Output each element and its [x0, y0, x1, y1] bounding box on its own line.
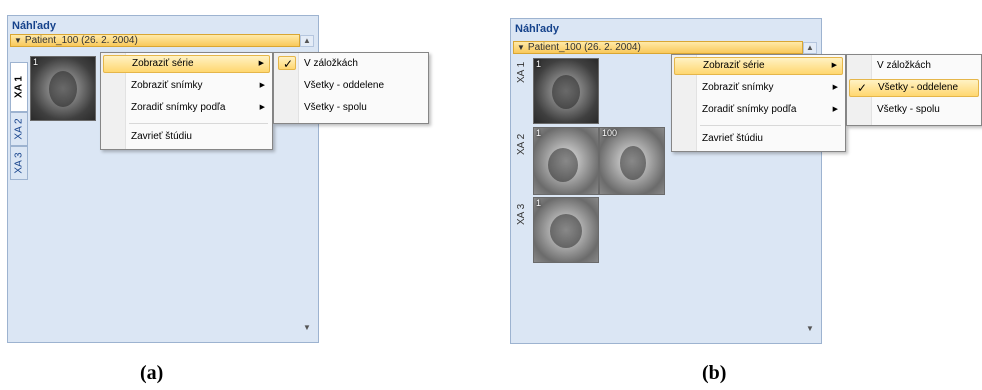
menu-item-label: Zoradiť snímky podľa	[702, 104, 797, 115]
series-label-xa-3: XA 3	[516, 203, 527, 225]
triangle-right-icon: ▶	[259, 82, 265, 89]
submenu-item-label: Všetky - spolu	[304, 102, 367, 113]
menu-item-label: Zobraziť série	[132, 58, 194, 69]
thumbnail-number: 1	[536, 128, 542, 138]
submenu-item-in-tabs[interactable]: V záložkách	[849, 57, 979, 75]
triangle-right-icon: ▶	[832, 106, 838, 113]
menu-item-label: Zoradiť snímky podľa	[131, 102, 226, 113]
thumbnail-number: 1	[536, 59, 542, 69]
menu-item-show-images[interactable]: Zobraziť snímky ▶	[674, 79, 843, 97]
menu-item-label: Zavrieť štúdiu	[702, 133, 763, 144]
tab-xa-1[interactable]: XA 1	[10, 62, 28, 112]
menu-item-sort-images[interactable]: Zoradiť snímky podľa ▶	[674, 101, 843, 119]
scroll-down-icon[interactable]: ▼	[300, 322, 314, 334]
submenu-item-all-separate[interactable]: Všetky - oddelene	[276, 77, 426, 95]
menu-item-close-study[interactable]: Zavrieť štúdiu	[103, 128, 270, 146]
submenu: ✓ V záložkách Všetky - oddelene Všetky -…	[273, 52, 429, 124]
submenu: V záložkách ✓ Všetky - oddelene Všetky -…	[846, 54, 982, 126]
submenu-item-label: V záložkách	[304, 58, 358, 69]
menu-separator	[700, 125, 841, 126]
submenu-item-label: Všetky - oddelene	[878, 82, 959, 93]
triangle-right-icon: ▶	[259, 104, 265, 111]
menu-item-label: Zobraziť snímky	[131, 80, 203, 91]
menu-item-label: Zobraziť snímky	[702, 82, 774, 93]
triangle-down-icon: ▼	[14, 36, 22, 45]
panel-title: Náhľady	[515, 23, 559, 35]
triangle-right-icon: ▶	[258, 60, 264, 67]
tab-label: XA 2	[13, 118, 25, 140]
menu-item-show-series[interactable]: Zobraziť série ▶	[674, 57, 843, 75]
menu-item-show-series[interactable]: Zobraziť série ▶	[103, 55, 270, 73]
scroll-up-icon[interactable]: ▲	[803, 42, 817, 54]
tab-xa-2[interactable]: XA 2	[10, 112, 28, 146]
submenu-item-all-separate[interactable]: ✓ Všetky - oddelene	[849, 79, 979, 97]
caption-a: (a)	[140, 362, 164, 384]
check-icon: ✓	[857, 81, 868, 95]
tab-label: XA 1	[13, 76, 25, 98]
patient-label: Patient_100 (26. 2. 2004)	[527, 42, 641, 53]
submenu-item-all-together[interactable]: Všetky - spolu	[849, 101, 979, 119]
scroll-up-icon[interactable]: ▲	[300, 35, 314, 47]
submenu-item-in-tabs[interactable]: ✓ V záložkách	[276, 55, 426, 73]
tab-label: XA 3	[13, 152, 25, 174]
series-thumbnail[interactable]: 1	[533, 58, 599, 124]
series-label-xa-2: XA 2	[516, 133, 527, 155]
thumbnail-number: 1	[536, 198, 542, 208]
thumbnail-number: 100	[602, 128, 618, 138]
series-label-xa-1: XA 1	[516, 61, 527, 83]
series-thumbnail[interactable]: 1	[533, 127, 599, 195]
submenu-item-all-together[interactable]: Všetky - spolu	[276, 99, 426, 117]
context-menu: Zobraziť série ▶ Zobraziť snímky ▶ Zorad…	[100, 52, 273, 150]
series-thumbnail[interactable]: 1	[533, 197, 599, 263]
submenu-item-label: Všetky - spolu	[877, 104, 940, 115]
patient-study-header[interactable]: ▼ Patient_100 (26. 2. 2004)	[10, 34, 300, 47]
menu-item-label: Zobraziť série	[703, 60, 765, 71]
menu-item-close-study[interactable]: Zavrieť štúdiu	[674, 130, 843, 148]
check-icon: ✓	[283, 57, 294, 71]
series-thumbnail[interactable]: 1	[30, 56, 96, 121]
menu-item-sort-images[interactable]: Zoradiť snímky podľa ▶	[103, 99, 270, 117]
panel-title: Náhľady	[12, 20, 56, 32]
scroll-down-icon[interactable]: ▼	[803, 323, 817, 335]
tab-xa-3[interactable]: XA 3	[10, 146, 28, 180]
menu-item-show-images[interactable]: Zobraziť snímky ▶	[103, 77, 270, 95]
submenu-item-label: Všetky - oddelene	[304, 80, 385, 91]
triangle-right-icon: ▶	[831, 62, 837, 69]
triangle-right-icon: ▶	[832, 84, 838, 91]
triangle-down-icon: ▼	[517, 43, 525, 52]
context-menu: Zobraziť série ▶ Zobraziť snímky ▶ Zorad…	[671, 54, 846, 152]
caption-b: (b)	[702, 362, 727, 384]
series-thumbnail[interactable]: 100	[599, 127, 665, 195]
menu-item-label: Zavrieť štúdiu	[131, 131, 192, 142]
patient-study-header[interactable]: ▼ Patient_100 (26. 2. 2004)	[513, 41, 803, 54]
patient-label: Patient_100 (26. 2. 2004)	[24, 35, 138, 46]
thumbnail-number: 1	[33, 57, 39, 67]
submenu-item-label: V záložkách	[877, 60, 931, 71]
menu-separator	[129, 123, 268, 124]
